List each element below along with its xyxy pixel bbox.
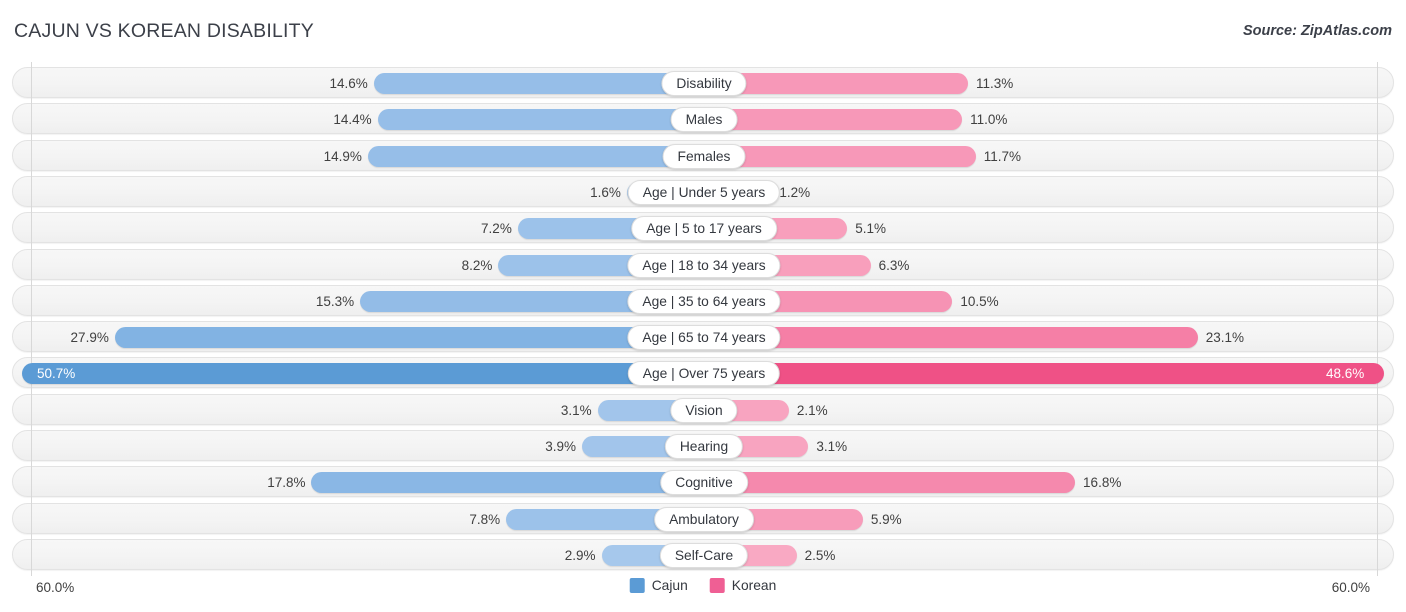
table-row[interactable]: 7.8% 5.9% Ambulatory <box>12 502 1394 534</box>
value-label-korean: 2.5% <box>804 547 836 563</box>
bar-cajun[interactable] <box>373 73 702 94</box>
value-label-cajun: 3.1% <box>560 402 592 418</box>
legend-label: Cajun <box>651 578 688 593</box>
category-label-pill[interactable]: Vision <box>670 397 738 423</box>
bar-korean[interactable] <box>704 363 1384 385</box>
legend-swatch-icon <box>709 578 725 593</box>
category-label-pill[interactable]: Age | 65 to 74 years <box>627 325 781 351</box>
bar-cajun[interactable] <box>311 472 702 494</box>
table-row[interactable]: 14.6% 11.3% Disability <box>12 67 1394 98</box>
legend-item[interactable]: Korean <box>709 578 777 593</box>
value-label-cajun: 3.9% <box>545 439 577 454</box>
value-label-cajun: 14.4% <box>333 112 372 128</box>
table-row[interactable]: 8.2% 6.3% Age | 18 to 34 years <box>12 248 1394 280</box>
category-label-pill[interactable]: Age | Over 75 years <box>627 361 781 387</box>
source-attribution: Source: ZipAtlas.com <box>1242 23 1392 39</box>
category-label-pill[interactable]: Hearing <box>664 434 744 459</box>
category-label-pill[interactable]: Cognitive <box>660 470 748 496</box>
value-label-cajun: 7.8% <box>469 511 501 527</box>
table-row[interactable]: 3.1% 2.1% Vision <box>12 393 1394 425</box>
category-label-pill[interactable]: Self-Care <box>659 542 749 568</box>
axis-line-left <box>31 62 32 576</box>
bar-cajun[interactable] <box>114 327 702 349</box>
value-label-cajun: 1.6% <box>590 184 621 200</box>
value-label-cajun: 17.8% <box>267 475 306 491</box>
category-label-pill[interactable]: Age | 5 to 17 years <box>631 216 777 242</box>
bar-cajun[interactable] <box>22 363 702 385</box>
category-label-pill[interactable]: Age | 35 to 64 years <box>627 288 781 314</box>
value-label-cajun: 8.2% <box>461 257 493 273</box>
category-label-pill[interactable]: Ambulatory <box>654 506 754 532</box>
category-label-pill[interactable]: Females <box>662 143 746 169</box>
value-label-cajun: 14.6% <box>329 76 368 91</box>
chart-legend: Cajun Korean <box>629 578 777 593</box>
table-row[interactable]: 15.3% 10.5% Age | 35 to 64 years <box>12 284 1394 316</box>
value-label-korean: 11.7% <box>983 148 1022 164</box>
bar-korean[interactable] <box>704 472 1076 494</box>
value-label-korean: 11.3% <box>975 76 1014 91</box>
value-label-korean: 1.2% <box>779 184 811 200</box>
value-label-korean: 5.9% <box>870 511 902 527</box>
value-label-cajun: 15.3% <box>315 293 355 309</box>
table-row[interactable]: 14.9% 11.7% Females <box>12 139 1394 171</box>
table-row[interactable]: 7.2% 5.1% Age | 5 to 17 years <box>12 212 1394 244</box>
category-label-pill[interactable]: Age | Under 5 years <box>627 179 781 205</box>
value-label-korean: 48.6% <box>1326 366 1365 382</box>
value-label-korean: 6.3% <box>878 257 910 273</box>
bar-korean[interactable] <box>704 109 963 131</box>
axis-max-label-left: 60.0% <box>36 580 75 595</box>
category-label-pill[interactable]: Age | 18 to 34 years <box>627 252 781 278</box>
category-label-pill[interactable]: Males <box>670 107 738 133</box>
table-row[interactable]: 14.4% 11.0% Males <box>12 103 1394 135</box>
disability-comparison-chart: CAJUN VS KOREAN DISABILITY Source: ZipAt… <box>0 0 1406 612</box>
table-row[interactable]: 1.6% 1.2% Age | Under 5 years <box>12 175 1394 207</box>
value-label-korean: 16.8% <box>1083 475 1122 491</box>
chart-footer: 60.0% 60.0% Cajun Korean <box>0 570 1406 612</box>
value-label-cajun: 27.9% <box>70 330 109 346</box>
table-row[interactable]: 27.9% 23.1% Age | 65 to 74 years <box>12 321 1394 353</box>
chart-header: CAJUN VS KOREAN DISABILITY Source: ZipAt… <box>0 0 1406 62</box>
table-row[interactable]: 17.8% 16.8% Cognitive <box>12 466 1394 498</box>
plot-area: 14.6% 11.3% Disability 14.4% 11.0% Males 14.9%… <box>0 62 1406 576</box>
page-title: CAJUN VS KOREAN DISABILITY <box>14 20 314 42</box>
value-label-korean: 3.1% <box>816 439 848 454</box>
value-label-korean: 11.0% <box>970 112 1008 128</box>
value-label-korean: 23.1% <box>1205 330 1244 346</box>
value-label-korean: 5.1% <box>855 221 887 237</box>
value-label-cajun: 14.9% <box>323 148 362 164</box>
table-row[interactable]: 50.7% 48.6% Age | Over 75 years <box>12 357 1394 389</box>
value-label-korean: 10.5% <box>960 293 999 309</box>
legend-swatch-icon <box>629 578 645 593</box>
value-label-korean: 2.1% <box>796 402 828 418</box>
category-label-pill[interactable]: Disability <box>661 71 747 96</box>
axis-line-right <box>1377 62 1378 576</box>
value-label-cajun: 7.2% <box>481 221 512 237</box>
value-label-cajun: 2.9% <box>564 547 596 563</box>
table-row[interactable]: 3.9% 3.1% Hearing <box>12 430 1394 461</box>
bar-cajun[interactable] <box>367 145 702 167</box>
table-row[interactable]: 2.9% 2.5% Self-Care <box>12 538 1394 570</box>
bar-cajun[interactable] <box>377 109 702 131</box>
axis-max-label-right: 60.0% <box>1331 580 1370 595</box>
legend-label: Korean <box>731 578 777 593</box>
value-label-cajun: 50.7% <box>37 366 76 382</box>
legend-item[interactable]: Cajun <box>629 578 688 593</box>
